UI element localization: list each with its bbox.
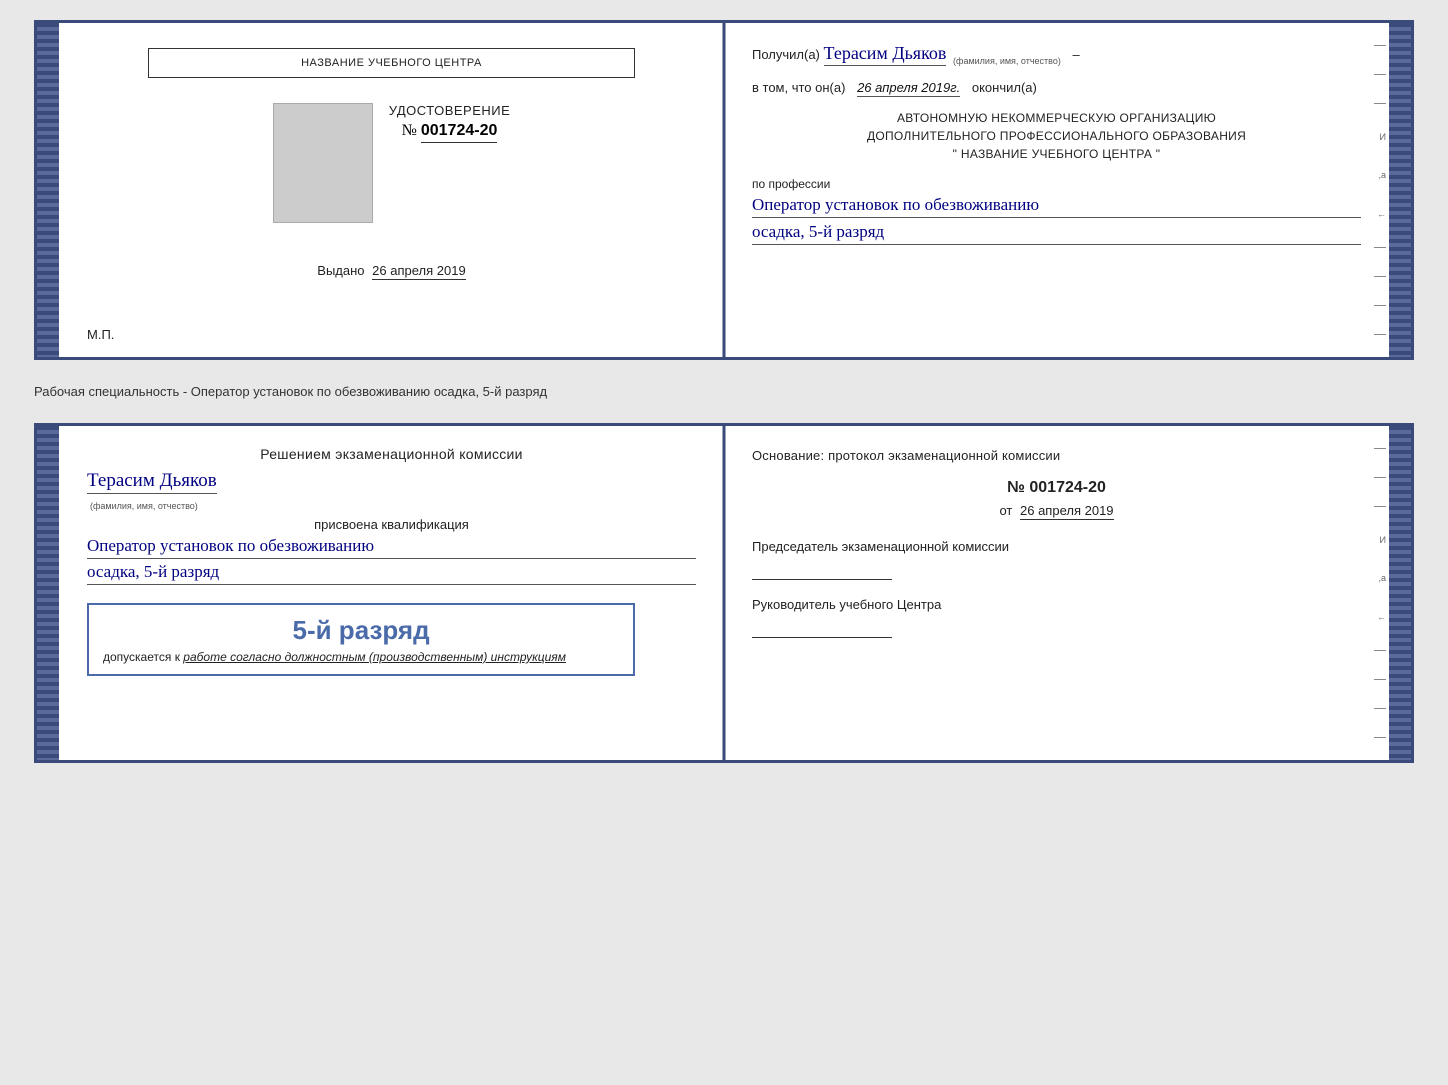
edge-dash (1374, 650, 1386, 651)
bottom-person-name: Терасим Дьяков (87, 470, 217, 494)
rukovoditel-label: Руководитель учебного Центра (752, 596, 1361, 614)
org-line2: ДОПОЛНИТЕЛЬНОГО ПРОФЕССИОНАЛЬНОГО ОБРАЗО… (752, 127, 1361, 145)
edge-dash (1374, 477, 1386, 478)
org-line1: АВТОНОМНУЮ НЕКОММЕРЧЕСКУЮ ОРГАНИЗАЦИЮ (752, 109, 1361, 127)
okonchil-label: окончил(а) (972, 80, 1037, 95)
org-block: АВТОНОМНУЮ НЕКОММЕРЧЕСКУЮ ОРГАНИЗАЦИЮ ДО… (752, 109, 1361, 163)
recipient-name: Терасим Дьяков (824, 43, 947, 66)
dopuskaetsya-text: допускается к работе согласно должностны… (103, 650, 619, 664)
prisvoena-label: присвоена квалификация (87, 517, 696, 532)
edge-dash (1374, 305, 1386, 306)
bottom-person-wrapper: Терасим Дьяков (фамилия, имя, отчество) (87, 470, 696, 511)
osnovaniye-title: Основание: протокол экзаменационной коми… (752, 448, 1361, 463)
bottom-document-card: Решением экзаменационной комиссии Тераси… (34, 423, 1414, 763)
resheniem-title: Решением экзаменационной комиссии (87, 446, 696, 462)
profession-text: Оператор установок по обезвоживанию (752, 195, 1361, 218)
received-line: Получил(а) Терасим Дьяков (фамилия, имя,… (752, 43, 1361, 66)
edge-letter-a2: ,а (1374, 573, 1386, 583)
org-line3: " НАЗВАНИЕ УЧЕБНОГО ЦЕНТРА " (752, 145, 1361, 163)
po-professii-label: по профессии (752, 177, 1361, 191)
top-document-card: НАЗВАНИЕ УЧЕБНОГО ЦЕНТРА УДОСТОВЕРЕНИЕ №… (34, 20, 1414, 360)
predsedatel-label: Председатель экзаменационной комиссии (752, 538, 1361, 556)
dash-symbol: – (1072, 47, 1079, 62)
vtom-prefix: в том, что он(а) (752, 80, 845, 95)
bottom-left-spine (37, 426, 59, 760)
edge-letter-a: ,а (1374, 170, 1386, 180)
predsedatel-signature-line (752, 560, 892, 580)
cert-title: УДОСТОВЕРЕНИЕ (389, 103, 511, 118)
edge-dash (1374, 247, 1386, 248)
protocol-number: № 001724-20 (752, 479, 1361, 497)
edge-dash (1374, 276, 1386, 277)
rukovoditel-signature-line (752, 618, 892, 638)
top-left-panel: НАЗВАНИЕ УЧЕБНОГО ЦЕНТРА УДОСТОВЕРЕНИЕ №… (59, 23, 724, 357)
edge-dash (1374, 448, 1386, 449)
right-spine-decoration (1389, 23, 1411, 357)
qualification-text: Оператор установок по обезвоживанию (87, 536, 696, 559)
left-spine-decoration (37, 23, 59, 357)
vtom-line: в том, что он(а) 26 апреля 2019г. окончи… (752, 80, 1361, 97)
edge-dash (1374, 334, 1386, 335)
institution-name-box: НАЗВАНИЕ УЧЕБНОГО ЦЕНТРА (148, 48, 635, 78)
razryad-text: осадка, 5-й разряд (752, 222, 1361, 245)
certificate-section: УДОСТОВЕРЕНИЕ № 001724-20 (389, 103, 511, 143)
edge-dash (1374, 679, 1386, 680)
ot-label: от (999, 503, 1012, 518)
photo-placeholder (273, 103, 373, 223)
rabota-italic-text: работе согласно должностным (производств… (183, 650, 566, 664)
dopuskaetsya-label: допускается к (103, 650, 180, 664)
page-wrapper: НАЗВАНИЕ УЧЕБНОГО ЦЕНТРА УДОСТОВЕРЕНИЕ №… (34, 20, 1414, 763)
poluchil-label: Получил(а) (752, 47, 820, 62)
stamp-razryad-text: 5-й разряд (103, 615, 619, 646)
mp-label: М.П. (87, 327, 114, 342)
right-edge-lines: И ,а ← (1371, 23, 1389, 357)
cert-number: 001724-20 (421, 122, 498, 143)
vydano-date: 26 апреля 2019 (372, 263, 466, 280)
vtom-date: 26 апреля 2019г. (857, 80, 960, 97)
bottom-right-spine (1389, 426, 1411, 760)
bottom-left-panel: Решением экзаменационной комиссии Тераси… (59, 426, 724, 760)
ot-date-value: 26 апреля 2019 (1020, 503, 1114, 520)
edge-dash (1374, 708, 1386, 709)
bottom-right-edge-lines: И ,а ← (1371, 426, 1389, 760)
top-right-panel: И ,а ← Получил(а) Терасим Дьяков (фамили… (724, 23, 1389, 357)
cert-number-prefix: № (402, 122, 417, 139)
edge-letter-i: И (1374, 132, 1386, 142)
razryad2-text: осадка, 5-й разряд (87, 562, 696, 585)
ot-date-line: от 26 апреля 2019 (752, 503, 1361, 518)
rukovoditel-block: Руководитель учебного Центра (752, 596, 1361, 638)
bottom-right-panel: И ,а ← Основание: протокол экзаменационн… (724, 426, 1389, 760)
edge-dash (1374, 506, 1386, 507)
middle-specialty-label: Рабочая специальность - Оператор установ… (34, 378, 1414, 405)
edge-dash (1374, 74, 1386, 75)
stamp-box: 5-й разряд допускается к работе согласно… (87, 603, 635, 676)
institution-name-text: НАЗВАНИЕ УЧЕБНОГО ЦЕНТРА (301, 57, 482, 69)
edge-dash (1374, 103, 1386, 104)
vydano-label: Выдано (317, 263, 364, 278)
bottom-fio-sublabel: (фамилия, имя, отчество) (90, 501, 198, 511)
edge-letter-i2: И (1374, 535, 1386, 545)
edge-dash (1374, 737, 1386, 738)
edge-letter-arrow: ← (1374, 209, 1386, 219)
edge-letter-arrow2: ← (1374, 612, 1386, 622)
edge-dash (1374, 45, 1386, 46)
vydano-line: Выдано 26 апреля 2019 (317, 263, 465, 278)
fio-sublabel: (фамилия, имя, отчество) (953, 56, 1061, 66)
predsedatel-block: Председатель экзаменационной комиссии (752, 538, 1361, 580)
